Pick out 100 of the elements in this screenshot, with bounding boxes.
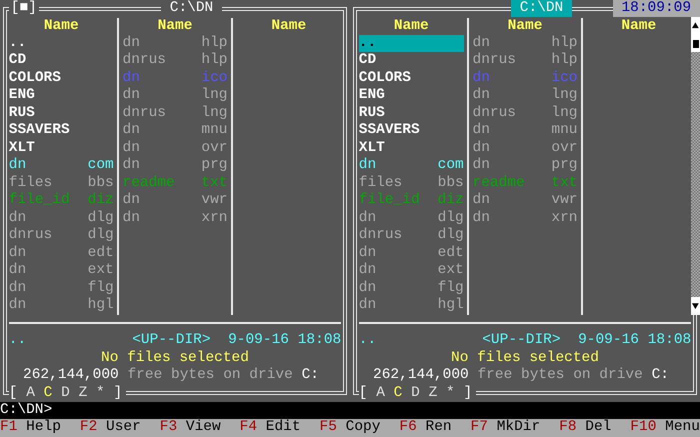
function-key[interactable]: F1 Help bbox=[0, 419, 61, 437]
file-item[interactable]: dn hlp bbox=[472, 34, 578, 52]
file-extension: ico bbox=[201, 70, 228, 88]
file-item[interactable]: dnrus dlg bbox=[8, 227, 114, 245]
file-item[interactable]: dn vwr bbox=[472, 192, 578, 210]
column-header[interactable]: Name bbox=[472, 18, 578, 35]
scrollbar[interactable] bbox=[691, 17, 700, 315]
column-header[interactable]: Name bbox=[358, 18, 464, 35]
scroll-down-icon[interactable] bbox=[691, 297, 700, 315]
scroll-thumb[interactable] bbox=[691, 34, 700, 52]
file-extension: flg bbox=[88, 280, 114, 297]
file-item[interactable]: dn xrn bbox=[472, 210, 578, 228]
file-item[interactable]: SSAVERS bbox=[8, 122, 114, 140]
file-extension: edt bbox=[88, 244, 114, 262]
file-item[interactable]: dn com bbox=[358, 157, 464, 175]
file-time: 18:08 bbox=[648, 332, 692, 350]
file-extension: ovr bbox=[551, 140, 578, 158]
file-item[interactable]: dn flg bbox=[8, 280, 114, 297]
file-item[interactable]: files bbs bbox=[358, 174, 464, 192]
file-item[interactable]: dn hgl bbox=[358, 297, 464, 314]
file-name: COLORS bbox=[358, 70, 411, 88]
column-header[interactable]: Name bbox=[236, 18, 342, 35]
file-item[interactable]: dn mnu bbox=[472, 122, 578, 140]
file-item[interactable]: .. bbox=[358, 34, 464, 52]
file-extension: dlg bbox=[438, 227, 464, 245]
column-header[interactable]: Name bbox=[586, 18, 692, 35]
file-item[interactable]: dn ovr bbox=[122, 140, 228, 158]
file-item[interactable]: SSAVERS bbox=[358, 122, 464, 140]
file-name: dn bbox=[8, 262, 26, 280]
file-name: dnrus bbox=[122, 52, 166, 70]
function-key[interactable]: F2 User bbox=[80, 419, 141, 437]
file-item[interactable]: dn vwr bbox=[122, 192, 228, 210]
bracket: [ bbox=[358, 384, 368, 402]
file-item[interactable]: dn com bbox=[8, 157, 114, 175]
file-name: dn bbox=[358, 262, 376, 280]
file-item[interactable]: CD bbox=[8, 52, 114, 70]
file-item[interactable]: dn lng bbox=[472, 87, 578, 105]
file-extension: txt bbox=[551, 174, 578, 192]
file-item[interactable]: dnrus hlp bbox=[472, 52, 578, 70]
file-item[interactable]: dnrus lng bbox=[122, 104, 228, 122]
file-extension: diz bbox=[438, 192, 464, 210]
drive-button[interactable]: A bbox=[376, 384, 385, 402]
file-item[interactable]: COLORS bbox=[358, 70, 464, 88]
file-item[interactable]: COLORS bbox=[8, 70, 114, 88]
file-item[interactable]: dn prg bbox=[122, 157, 228, 175]
scroll-up-icon[interactable] bbox=[691, 17, 700, 35]
drive-button[interactable]: * bbox=[446, 384, 455, 402]
function-key[interactable]: F10 Menu bbox=[630, 419, 700, 437]
file-item[interactable]: dn lng bbox=[122, 87, 228, 105]
file-item[interactable]: dn dlg bbox=[358, 210, 464, 228]
file-item[interactable]: dn mnu bbox=[122, 122, 228, 140]
free-bytes: 262,144,000 bbox=[23, 367, 119, 384]
drive-button[interactable]: D bbox=[411, 384, 420, 402]
file-item[interactable]: .. bbox=[8, 34, 114, 52]
file-item[interactable]: dnrus lng bbox=[472, 104, 578, 122]
file-item[interactable]: dn hgl bbox=[8, 297, 114, 314]
file-extension: ext bbox=[88, 262, 114, 280]
column-header[interactable]: Name bbox=[8, 18, 114, 35]
function-key[interactable]: F8 Del bbox=[559, 419, 612, 437]
file-item[interactable]: dn hlp bbox=[122, 34, 228, 52]
file-name: dn bbox=[472, 157, 490, 175]
file-item[interactable]: dn edt bbox=[358, 244, 464, 262]
file-item[interactable]: dn ovr bbox=[472, 140, 578, 158]
file-name: dn bbox=[472, 192, 490, 210]
function-key[interactable]: F5 Copy bbox=[320, 419, 380, 437]
function-key[interactable]: F7 MkDir bbox=[470, 419, 540, 437]
file-item[interactable]: XLT bbox=[8, 140, 114, 158]
file-item[interactable]: ENG bbox=[358, 87, 464, 105]
drive-button[interactable]: C bbox=[44, 384, 52, 402]
file-item[interactable]: XLT bbox=[358, 140, 464, 158]
column-header[interactable]: Name bbox=[122, 18, 228, 35]
file-item[interactable]: dn dlg bbox=[8, 210, 114, 228]
function-key[interactable]: F6 Ren bbox=[399, 419, 452, 437]
file-item[interactable]: dn prg bbox=[472, 157, 578, 175]
file-extension: xrn bbox=[551, 210, 578, 228]
drive-button[interactable]: D bbox=[61, 384, 70, 402]
file-item[interactable]: dn ext bbox=[8, 262, 114, 280]
file-item[interactable]: dn edt bbox=[8, 244, 114, 262]
file-item[interactable]: dn xrn bbox=[122, 210, 228, 228]
drive-button[interactable]: * bbox=[96, 384, 105, 402]
file-item[interactable]: dn flg bbox=[358, 280, 464, 297]
file-name: dn bbox=[122, 34, 140, 52]
file-item[interactable]: RUS bbox=[8, 104, 114, 122]
drive-button[interactable]: A bbox=[26, 384, 35, 402]
drive-button[interactable]: Z bbox=[428, 384, 438, 402]
file-name: dn bbox=[358, 157, 376, 175]
command-prompt: C:\DN> bbox=[0, 402, 52, 420]
file-item[interactable]: files bbs bbox=[8, 174, 114, 192]
file-item[interactable]: CD bbox=[358, 52, 464, 70]
file-item[interactable]: RUS bbox=[358, 104, 464, 122]
drive-button[interactable]: Z bbox=[78, 384, 88, 402]
file-extension: dlg bbox=[88, 227, 114, 245]
file-extension: ovr bbox=[201, 140, 228, 158]
file-item[interactable]: dnrus dlg bbox=[358, 227, 464, 245]
function-key[interactable]: F4 Edit bbox=[240, 419, 301, 437]
file-item[interactable]: dn ext bbox=[358, 262, 464, 280]
drive-button[interactable]: C bbox=[394, 384, 402, 402]
function-key[interactable]: F3 View bbox=[160, 419, 221, 437]
file-item[interactable]: dnrus hlp bbox=[122, 52, 228, 70]
file-item[interactable]: ENG bbox=[8, 87, 114, 105]
